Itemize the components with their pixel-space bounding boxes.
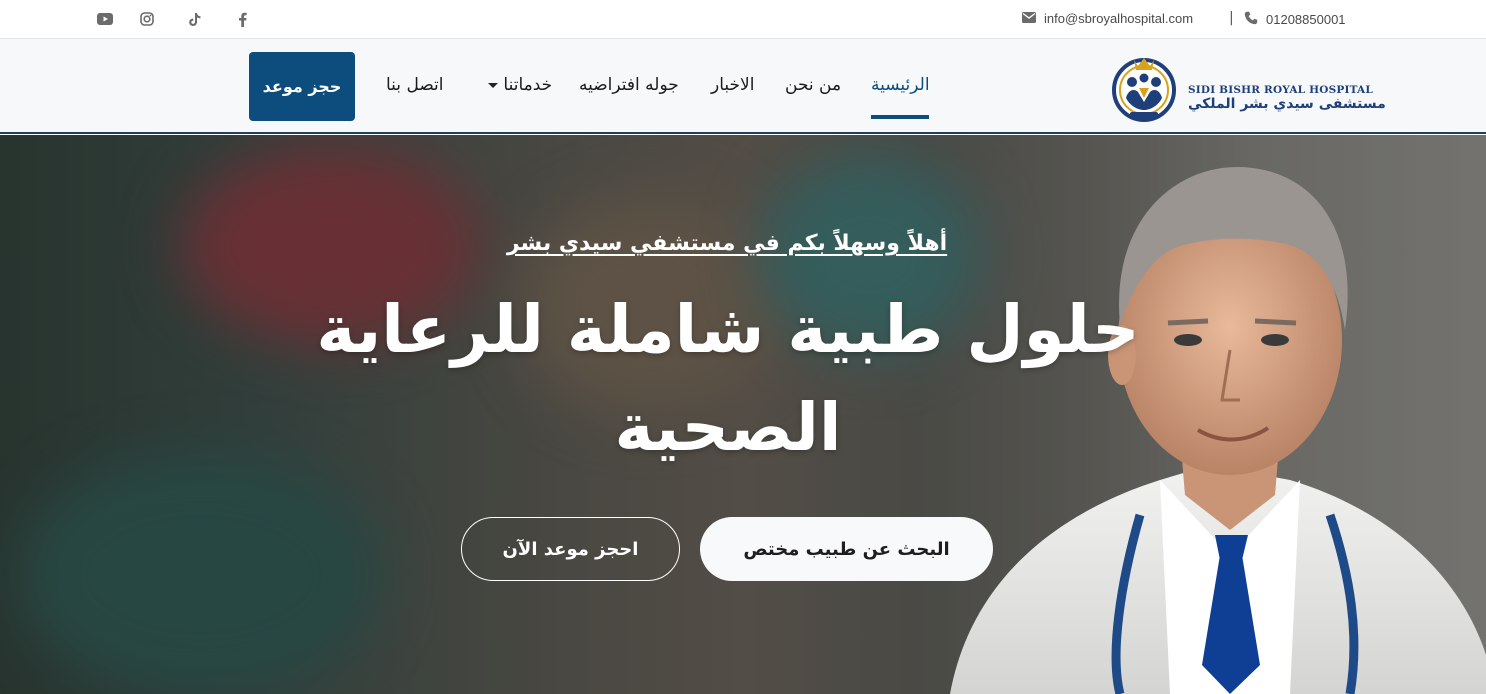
nav-item-home[interactable]: الرئيسية: [871, 75, 930, 95]
email-text: info@sbroyalhospital.com: [1044, 11, 1194, 26]
hospital-emblem-icon: [1112, 58, 1176, 122]
nav-item-contact[interactable]: اتصل بنا: [386, 75, 444, 95]
active-nav-indicator: [871, 115, 929, 119]
phone-text: 01208850001: [1266, 12, 1346, 27]
top-bar: info@sbroyalhospital.com | 01208850001: [0, 0, 1486, 39]
phone-icon: [1244, 11, 1258, 28]
hero-section: أهلاً وسهلاً بكم في مستشفي سيدي بشر حلول…: [0, 135, 1486, 694]
main-navbar: حجز موعد اتصل بنا خدماتنا جوله افتراضيه …: [0, 39, 1486, 134]
hero-title-line-1: حلول طبية شاملة للرعاية: [316, 291, 1140, 368]
hero-subtitle[interactable]: أهلاً وسهلاً بكم في مستشفي سيدي بشر: [0, 231, 1454, 256]
envelope-icon: [1022, 11, 1036, 26]
phone-contact[interactable]: 01208850001: [1244, 11, 1346, 28]
hospital-logo[interactable]: SIDI BISHR ROYAL HOSPITAL مستشفى سيدي بش…: [1106, 52, 1386, 122]
chevron-down-icon: [488, 82, 498, 88]
book-now-button[interactable]: احجز موعد الآن: [461, 517, 680, 581]
logo-arabic-name: مستشفى سيدي بشر الملكي: [1188, 96, 1386, 112]
email-contact[interactable]: info@sbroyalhospital.com: [1022, 11, 1193, 26]
hero-title: حلول طبية شاملة للرعاية الصحية: [300, 281, 1156, 477]
nav-item-news[interactable]: الاخبار: [711, 75, 754, 95]
nav-item-virtual-tour[interactable]: جوله افتراضيه: [579, 75, 679, 95]
facebook-icon[interactable]: [233, 10, 251, 28]
instagram-icon[interactable]: [138, 10, 156, 28]
nav-item-services-label: خدماتنا: [503, 75, 553, 95]
hero-title-line-2: الصحية: [614, 389, 842, 466]
book-appointment-button[interactable]: حجز موعد: [249, 52, 355, 121]
find-doctor-button[interactable]: البحث عن طبيب مختص: [700, 517, 993, 581]
logo-english-name: SIDI BISHR ROYAL HOSPITAL: [1188, 84, 1373, 96]
tiktok-icon[interactable]: [186, 10, 204, 28]
youtube-icon[interactable]: [96, 10, 114, 28]
nav-item-about[interactable]: من نحن: [785, 75, 841, 95]
nav-item-services[interactable]: خدماتنا: [482, 75, 552, 95]
contact-separator: |: [1229, 10, 1234, 26]
